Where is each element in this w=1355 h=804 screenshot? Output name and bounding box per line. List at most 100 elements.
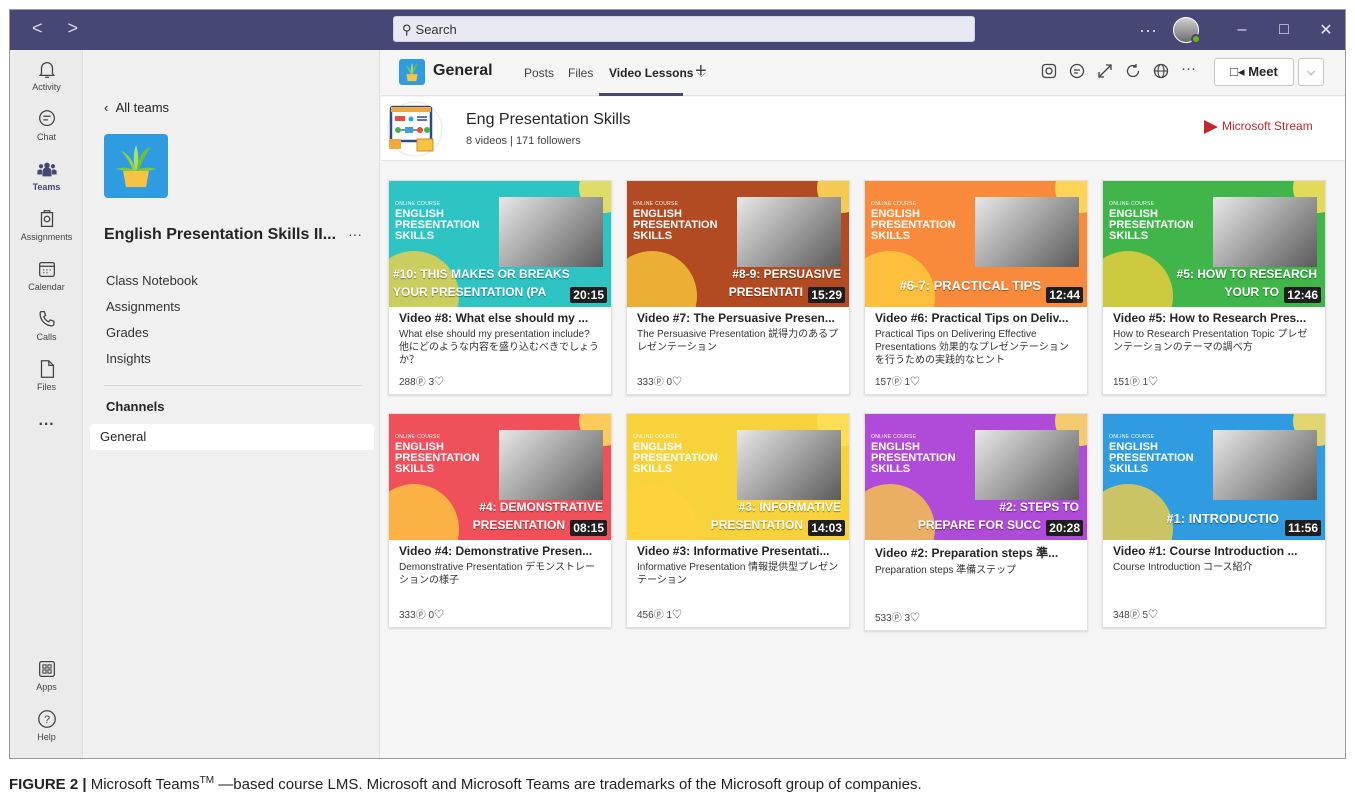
video-card[interactable]: ONLINE COURSE ENGLISH PRESENTATION SKILLS… — [864, 180, 1088, 395]
rail-item-assignments[interactable]: Assignments — [10, 208, 83, 242]
video-title[interactable]: Video #3: Informative Presentati... — [627, 540, 849, 558]
thumbnail-photo — [499, 430, 603, 500]
video-card[interactable]: ONLINE COURSE ENGLISH PRESENTATION SKILLS… — [388, 413, 612, 628]
more-options-button[interactable]: ··· — [1139, 20, 1157, 41]
meet-button[interactable]: □◂ Meet — [1214, 58, 1294, 86]
heart-icon[interactable]: ♡ — [434, 377, 444, 388]
refresh-icon[interactable] — [1125, 63, 1141, 79]
rail-label: Chat — [36, 132, 56, 142]
heart-icon[interactable]: ♡ — [1148, 610, 1158, 621]
thumbnail-banner: YOUR TO — [1224, 285, 1279, 299]
video-title[interactable]: Video #4: Demonstrative Presen... — [389, 540, 611, 558]
thumbnail-photo — [1213, 197, 1317, 267]
video-thumbnail[interactable]: ONLINE COURSE ENGLISH PRESENTATION SKILLS… — [627, 414, 849, 540]
video-card[interactable]: ONLINE COURSE ENGLISH PRESENTATION SKILLS… — [864, 413, 1088, 631]
calendar-icon — [38, 261, 55, 277]
video-title[interactable]: Video #8: What else should my ... — [389, 307, 611, 325]
video-thumbnail[interactable]: ONLINE COURSE ENGLISH PRESENTATION SKILLS… — [865, 414, 1087, 540]
thumbnail-photo — [975, 197, 1079, 267]
stream-logo-icon — [1204, 119, 1218, 134]
team-options-button[interactable]: ··· — [348, 226, 362, 242]
conversation-icon[interactable] — [1069, 63, 1085, 79]
more-actions-button[interactable]: ··· — [1181, 60, 1196, 77]
all-teams-link[interactable]: ‹ All teams — [104, 100, 169, 115]
microsoft-stream-link[interactable]: Microsoft Stream — [1204, 119, 1313, 134]
close-button[interactable]: ✕ — [1305, 20, 1345, 40]
meet-dropdown-button[interactable]: ⌵ — [1298, 58, 1324, 86]
link-class-notebook[interactable]: Class Notebook — [106, 273, 198, 288]
more-apps-button[interactable]: ··· — [10, 416, 83, 434]
video-title[interactable]: Video #2: Preparation steps 準... — [865, 540, 1087, 561]
expand-icon[interactable] — [1097, 63, 1113, 79]
channel-general[interactable]: General — [90, 424, 374, 450]
presentation-icon — [387, 101, 443, 157]
video-card[interactable]: ONLINE COURSE ENGLISH PRESENTATION SKILLS… — [1102, 180, 1326, 395]
maximize-button[interactable]: □ — [1263, 21, 1305, 39]
rail-item-activity[interactable]: Activity — [10, 58, 83, 92]
app-rail: Activity Chat Teams Assignments Calendar… — [10, 50, 83, 758]
channel-header: General Posts Files Video Lessons ⌵ + ··… — [381, 50, 1345, 96]
chat-icon — [38, 110, 55, 127]
rail-item-teams[interactable]: Teams — [10, 158, 83, 192]
avatar[interactable] — [1173, 17, 1201, 44]
link-assignments[interactable]: Assignments — [106, 299, 180, 314]
tab-posts[interactable]: Posts — [524, 66, 554, 80]
heart-icon[interactable]: ♡ — [672, 377, 682, 388]
video-thumbnail[interactable]: ONLINE COURSE ENGLISH PRESENTATION SKILLS… — [1103, 181, 1325, 307]
video-description: Course Introduction コース紹介 — [1113, 562, 1253, 573]
thumbnail-banner: #1: INTRODUCTIO — [1166, 511, 1279, 526]
rail-item-calendar[interactable]: Calendar — [10, 258, 83, 292]
rail-item-help[interactable]: ? Help — [10, 708, 83, 742]
add-tab-button[interactable]: + — [695, 60, 707, 83]
video-title[interactable]: Video #6: Practical Tips on Deliv... — [865, 307, 1087, 325]
video-card[interactable]: ONLINE COURSE ENGLISH PRESENTATION SKILLS… — [1102, 413, 1326, 628]
views-icon: ⓟ — [415, 377, 429, 388]
views-icon: ⓟ — [653, 377, 667, 388]
search-placeholder: Search — [415, 22, 457, 37]
rail-label: Calls — [36, 332, 57, 342]
heart-icon[interactable]: ♡ — [434, 610, 444, 621]
channel-name: General — [433, 62, 493, 79]
video-title[interactable]: Video #5: How to Research Pres... — [1103, 307, 1325, 325]
heart-icon[interactable]: ♡ — [1148, 377, 1158, 388]
thumbnail-banner: #8-9: PERSUASIVE — [732, 267, 841, 281]
tab-files[interactable]: Files — [568, 66, 593, 80]
video-card[interactable]: ONLINE COURSE ENGLISH PRESENTATION SKILLS… — [626, 180, 850, 395]
globe-icon[interactable] — [1153, 63, 1169, 79]
video-thumbnail[interactable]: ONLINE COURSE ENGLISH PRESENTATION SKILLS… — [389, 181, 611, 307]
rail-item-apps[interactable]: Apps — [10, 658, 83, 692]
video-thumbnail[interactable]: ONLINE COURSE ENGLISH PRESENTATION SKILLS… — [865, 181, 1087, 307]
heart-icon[interactable]: ♡ — [910, 613, 920, 624]
title-bar-controls: ··· – □ ✕ — [1139, 10, 1345, 50]
rail-label: Teams — [32, 182, 61, 192]
stream-channel-header: Eng Presentation Skills 8 videos | 171 f… — [381, 97, 1345, 161]
rail-item-files[interactable]: Files — [10, 358, 83, 392]
video-thumbnail[interactable]: ONLINE COURSE ENGLISH PRESENTATION SKILLS… — [627, 181, 849, 307]
link-grades[interactable]: Grades — [106, 325, 149, 340]
link-insights[interactable]: Insights — [106, 351, 151, 366]
video-thumbnail[interactable]: ONLINE COURSE ENGLISH PRESENTATION SKILLS… — [1103, 414, 1325, 540]
view-count: 456 — [637, 610, 654, 621]
thumbnail-course-label: ONLINE COURSE — [395, 201, 441, 207]
minimize-button[interactable]: – — [1221, 21, 1263, 39]
thumbnail-banner: #6-7: PRACTICAL TIPS — [899, 278, 1041, 293]
search-input[interactable]: ⚲ Search — [393, 16, 975, 42]
back-forward-arrows[interactable]: < > — [32, 18, 88, 39]
video-card[interactable]: ONLINE COURSE ENGLISH PRESENTATION SKILLS… — [626, 413, 850, 628]
rail-item-calls[interactable]: Calls — [10, 308, 83, 342]
video-card[interactable]: ONLINE COURSE ENGLISH PRESENTATION SKILLS… — [388, 180, 612, 395]
video-title[interactable]: Video #1: Course Introduction ... — [1103, 540, 1325, 558]
heart-icon[interactable]: ♡ — [672, 610, 682, 621]
teams-icon — [36, 162, 57, 177]
thumbnail-course-label: ONLINE COURSE — [1109, 201, 1155, 207]
rail-item-chat[interactable]: Chat — [10, 108, 83, 142]
plant-icon — [405, 62, 419, 82]
help-icon: ? — [37, 710, 56, 728]
tab-video-lessons[interactable]: Video Lessons ⌵ — [609, 66, 706, 81]
video-thumbnail[interactable]: ONLINE COURSE ENGLISH PRESENTATION SKILLS… — [389, 414, 611, 540]
camera-icon[interactable] — [1041, 63, 1057, 79]
rail-label: Calendar — [28, 282, 65, 292]
video-title[interactable]: Video #7: The Persuasive Presen... — [627, 307, 849, 325]
heart-icon[interactable]: ♡ — [910, 377, 920, 388]
video-description: Demonstrative Presentation デモンストレーションの様子 — [399, 562, 595, 586]
